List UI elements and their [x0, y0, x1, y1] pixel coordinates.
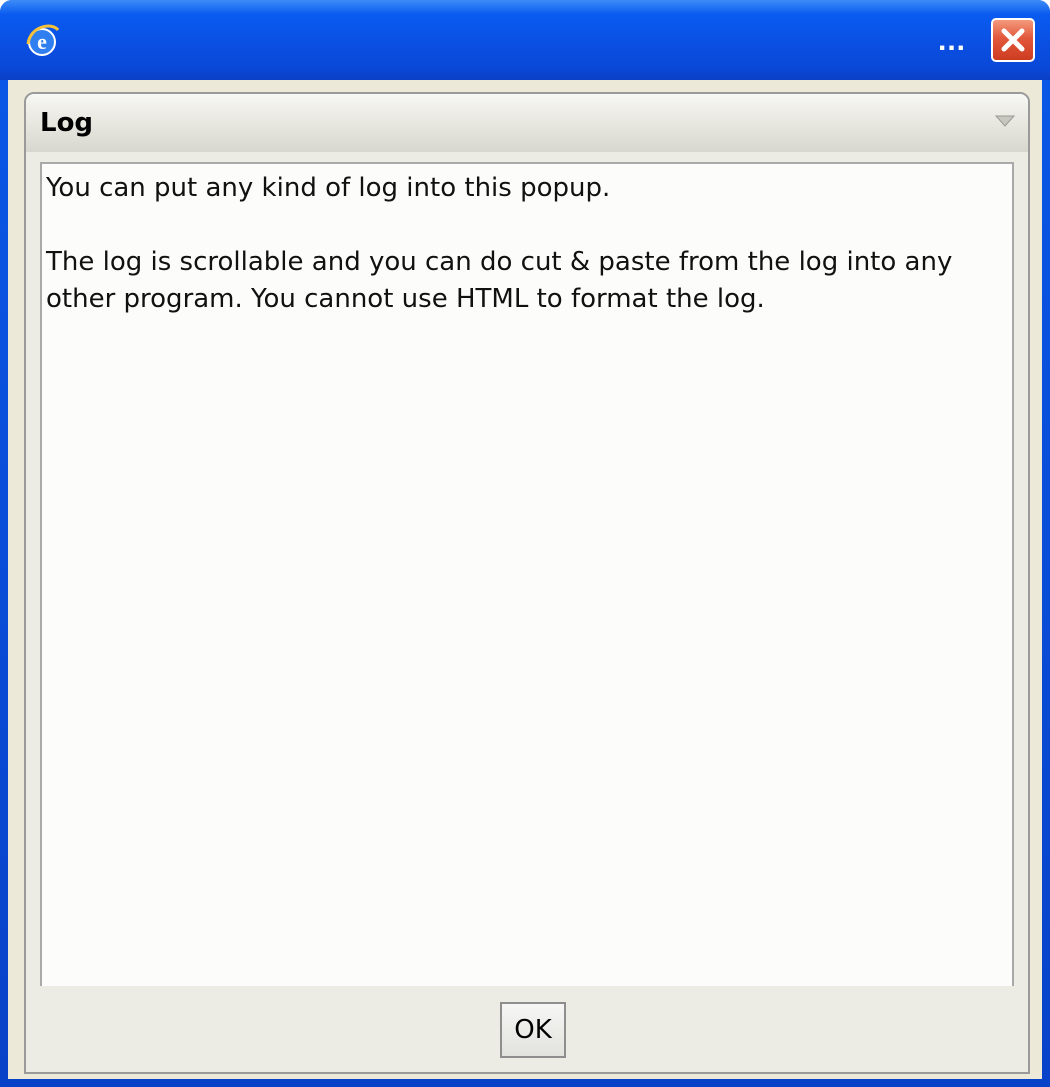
dialog-window: e ... Log You can put any kind of log in… [0, 0, 1050, 1087]
ie-icon: e [22, 18, 62, 62]
triangle-down-icon[interactable] [994, 114, 1016, 128]
log-textarea[interactable]: You can put any kind of log into this po… [40, 162, 1014, 986]
log-panel: Log You can put any kind of log into thi… [24, 92, 1030, 1074]
title-bar[interactable]: e ... [0, 0, 1050, 80]
panel-header[interactable]: Log [26, 94, 1028, 152]
dialog-client-area: Log You can put any kind of log into thi… [8, 80, 1042, 1079]
close-icon [1001, 28, 1025, 52]
ok-button[interactable]: OK [500, 1002, 566, 1058]
svg-text:e: e [37, 29, 47, 54]
close-button[interactable] [991, 18, 1035, 62]
window-title: ... [938, 24, 967, 57]
panel-title: Log [40, 108, 94, 138]
